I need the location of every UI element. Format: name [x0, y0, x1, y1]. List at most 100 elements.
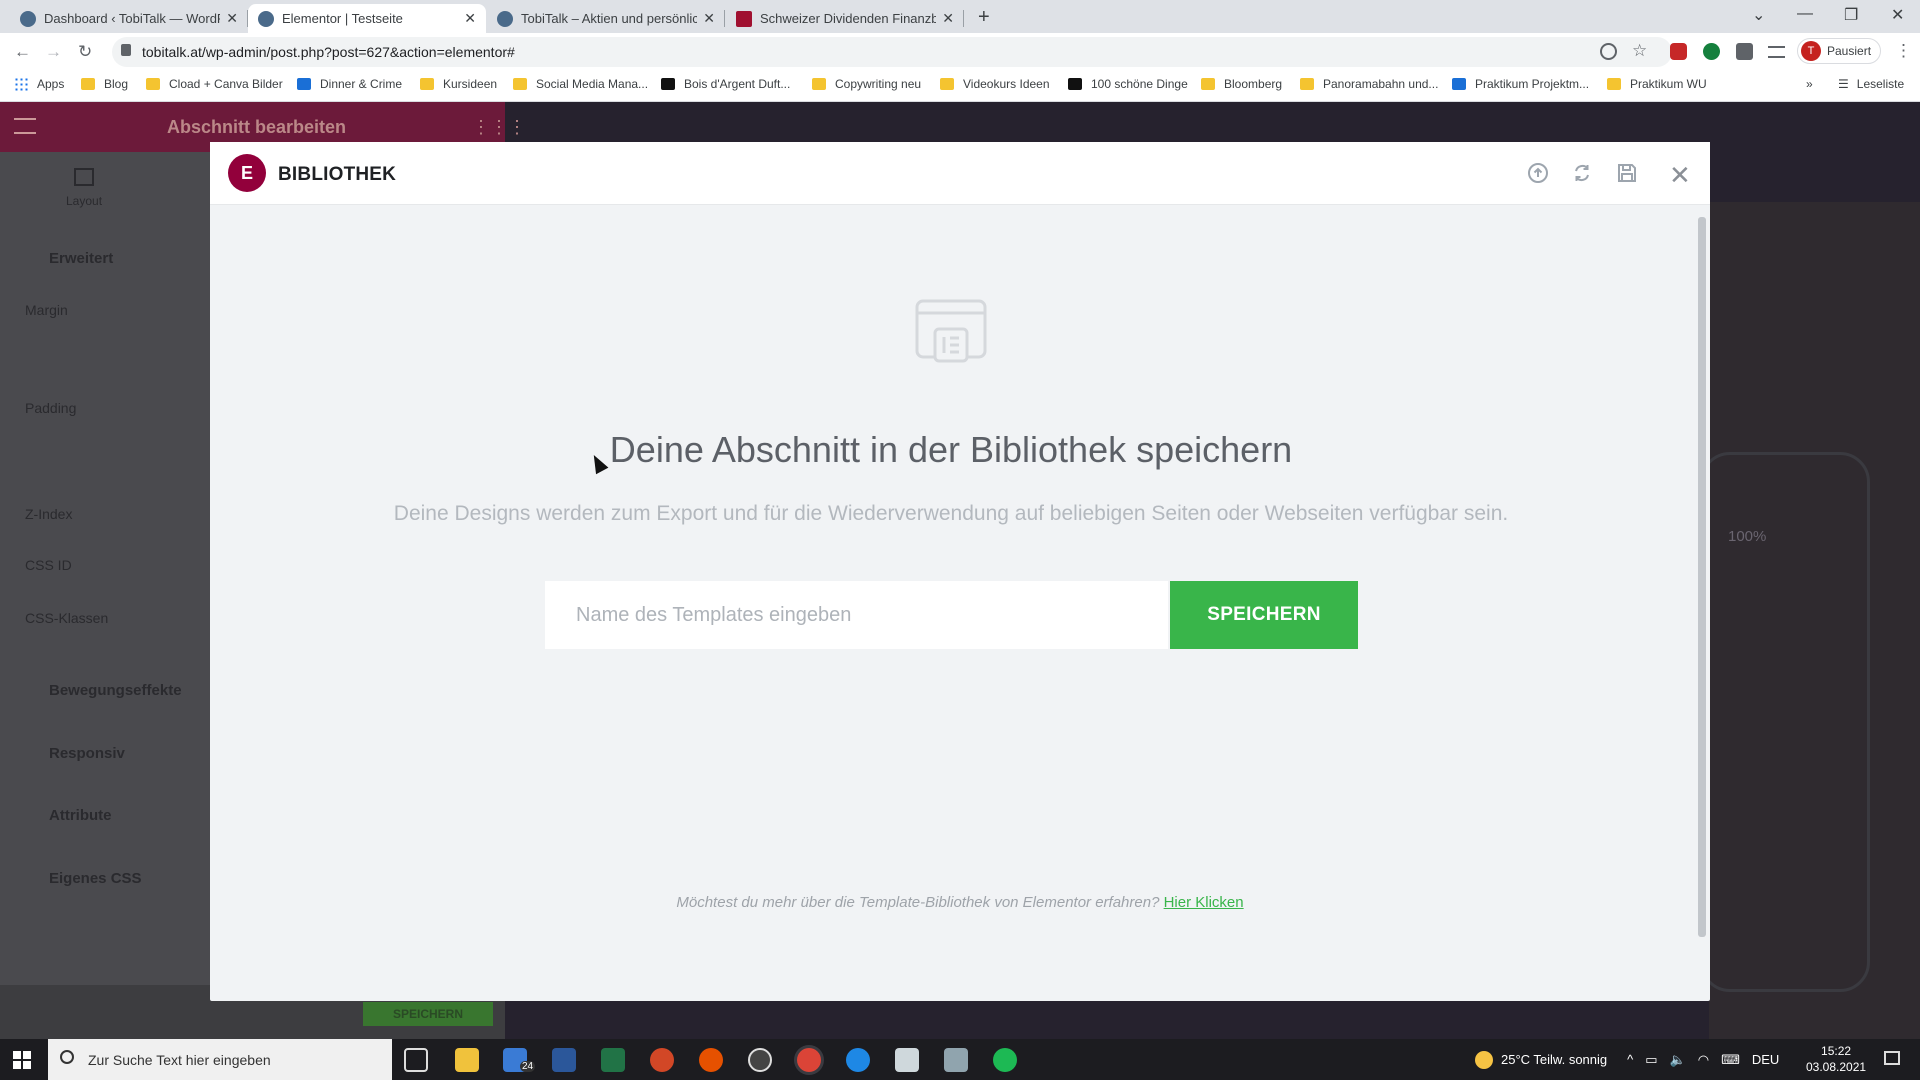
task-view-icon[interactable] — [404, 1048, 428, 1072]
keyboard-icon[interactable]: ⌨ — [1721, 1052, 1740, 1068]
more-bookmarks-button[interactable]: » — [1806, 77, 1813, 91]
bookmark-item[interactable]: Bloomberg — [1201, 77, 1282, 91]
zoom-icon[interactable] — [1600, 43, 1617, 60]
bookmark-item[interactable]: Copywriting neu — [812, 77, 921, 91]
edge-icon[interactable] — [846, 1048, 870, 1072]
bookmark-item[interactable]: Social Media Mana... — [513, 77, 648, 91]
reading-list-button[interactable]: ☰ Leseliste — [1838, 77, 1904, 91]
app-icon[interactable] — [699, 1048, 723, 1072]
media-control-icon[interactable] — [1768, 46, 1785, 58]
taskbar-search-input[interactable]: Zur Suche Text hier eingeben — [48, 1039, 392, 1080]
notifications-icon[interactable] — [1884, 1051, 1900, 1065]
wordpress-icon — [497, 10, 513, 27]
folder-icon — [915, 299, 987, 363]
panel-title: Abschnitt bearbeiten — [167, 117, 347, 137]
reload-icon[interactable]: ↻ — [78, 42, 92, 62]
network-icon[interactable]: ▭ — [1645, 1052, 1657, 1068]
section-attributes[interactable]: Attribute — [49, 807, 112, 824]
footer-save-button[interactable]: SPEICHERN — [363, 1002, 493, 1026]
folder-icon — [81, 78, 95, 90]
bookmark-item[interactable]: Praktikum WU — [1607, 77, 1707, 91]
grammarly-icon[interactable] — [1703, 43, 1720, 60]
bookmark-item[interactable]: Videokurs Ideen — [940, 77, 1050, 91]
bookmark-item[interactable]: Dinner & Crime — [297, 77, 402, 91]
close-tab-icon[interactable]: ✕ — [226, 10, 238, 27]
modal-scrollbar[interactable] — [1697, 217, 1707, 1001]
folder-icon — [812, 78, 826, 90]
window-close-button[interactable]: ✕ — [1891, 5, 1904, 25]
adblock-icon[interactable] — [1670, 43, 1687, 60]
save-button[interactable]: SPEICHERN — [1170, 581, 1358, 649]
preview-battery: 100% — [1728, 528, 1767, 545]
bookmark-apps[interactable]: Apps — [14, 77, 64, 91]
template-name-input[interactable] — [545, 581, 1168, 649]
browser-tab-strip: Dashboard ‹ TobiTalk — WordPress ✕ Eleme… — [0, 0, 1920, 33]
chevron-up-icon[interactable]: ^ — [1627, 1052, 1633, 1067]
word-icon[interactable] — [552, 1048, 576, 1072]
save-template-icon[interactable] — [1616, 162, 1638, 184]
forward-arrow-icon[interactable]: → — [45, 42, 62, 62]
app-icon[interactable] — [895, 1048, 919, 1072]
close-tab-icon[interactable]: ✕ — [942, 10, 954, 27]
bookmark-icon — [1068, 78, 1082, 90]
url-field[interactable]: tobitalk.at/wp-admin/post.php?post=627&a… — [112, 37, 1672, 67]
wordpress-icon — [20, 10, 36, 27]
zindex-label: Z-Index — [25, 506, 73, 522]
chrome-icon[interactable] — [797, 1048, 821, 1072]
weather-icon[interactable] — [1475, 1050, 1493, 1069]
close-icon[interactable]: ✕ — [1669, 160, 1691, 191]
extensions-icon[interactable] — [1736, 43, 1753, 60]
hamburger-menu-icon[interactable] — [14, 118, 36, 134]
new-tab-button[interactable]: + — [978, 6, 990, 29]
tab-layout[interactable]: Layout — [66, 194, 102, 208]
system-tray: 25°C Teilw. sonnig ^ ▭ 🔈 ◠ ⌨ DEU — [1475, 1039, 1779, 1080]
upload-icon[interactable] — [1527, 162, 1549, 184]
profile-button[interactable]: T Pausiert — [1797, 38, 1881, 64]
section-responsive[interactable]: Responsiv — [49, 745, 125, 762]
library-modal: E BIBLIOTHEK ✕ Deine Abschnitt in der Bi… — [210, 142, 1710, 1001]
bookmark-item[interactable]: Panoramabahn und... — [1300, 77, 1438, 91]
section-custom-css[interactable]: Eigenes CSS — [49, 870, 142, 887]
section-advanced[interactable]: Erweitert — [49, 250, 113, 267]
scrollbar-thumb[interactable] — [1698, 217, 1706, 937]
excel-icon[interactable] — [601, 1048, 625, 1072]
star-icon[interactable]: ☆ — [1632, 41, 1649, 60]
browser-tab-elementor[interactable]: Elementor | Testseite ✕ — [248, 4, 486, 33]
wifi-icon[interactable]: ◠ — [1698, 1052, 1709, 1068]
volume-icon[interactable]: 🔈 — [1670, 1052, 1686, 1068]
menu-dots-icon[interactable]: ⋮ — [1895, 41, 1912, 61]
app-icon[interactable] — [944, 1048, 968, 1072]
widgets-grid-icon[interactable]: ⋮⋮⋮ — [472, 117, 526, 138]
spotify-icon[interactable] — [993, 1048, 1017, 1072]
lock-icon[interactable] — [121, 44, 131, 56]
clock[interactable]: 15:22 03.08.2021 — [1806, 1043, 1866, 1075]
restore-button[interactable]: ❐ — [1844, 5, 1858, 25]
bookmark-item[interactable]: Cload + Canva Bilder — [146, 77, 283, 91]
minimize-button[interactable]: — — [1797, 5, 1813, 23]
browser-tab-tobitalk[interactable]: TobiTalk – Aktien und persönliche ✕ — [487, 4, 725, 33]
weather-text[interactable]: 25°C Teilw. sonnig — [1501, 1052, 1607, 1067]
windows-start-icon[interactable] — [13, 1051, 31, 1069]
powerpoint-icon[interactable] — [650, 1048, 674, 1072]
bookmark-item[interactable]: Praktikum Projektm... — [1452, 77, 1589, 91]
sync-icon[interactable] — [1571, 162, 1593, 184]
close-tab-icon[interactable]: ✕ — [703, 10, 715, 27]
folder-icon — [146, 78, 160, 90]
back-arrow-icon[interactable]: ← — [14, 42, 31, 62]
browser-tab-dashboard[interactable]: Dashboard ‹ TobiTalk — WordPress ✕ — [10, 4, 248, 33]
tab-search-icon[interactable]: ⌄ — [1752, 5, 1765, 25]
learn-more-link[interactable]: Hier Klicken — [1164, 894, 1244, 911]
close-tab-icon[interactable]: ✕ — [464, 10, 476, 27]
bookmark-item[interactable]: Blog — [81, 77, 128, 91]
modal-title: BIBLIOTHEK — [278, 164, 397, 185]
bookmark-item[interactable]: Bois d'Argent Duft... — [661, 77, 790, 91]
layout-tab-icon[interactable] — [74, 168, 94, 186]
browser-tab-schweizer[interactable]: Schweizer Dividenden Finanzblog ✕ — [726, 4, 964, 33]
section-motion[interactable]: Bewegungseffekte — [49, 682, 182, 699]
bookmark-item[interactable]: Kursideen — [420, 77, 497, 91]
bookmark-item[interactable]: 100 schöne Dinge — [1068, 77, 1188, 91]
file-explorer-icon[interactable] — [455, 1048, 479, 1072]
language-indicator[interactable]: DEU — [1752, 1052, 1779, 1067]
css-id-label: CSS ID — [25, 557, 72, 573]
obs-icon[interactable] — [748, 1048, 772, 1072]
